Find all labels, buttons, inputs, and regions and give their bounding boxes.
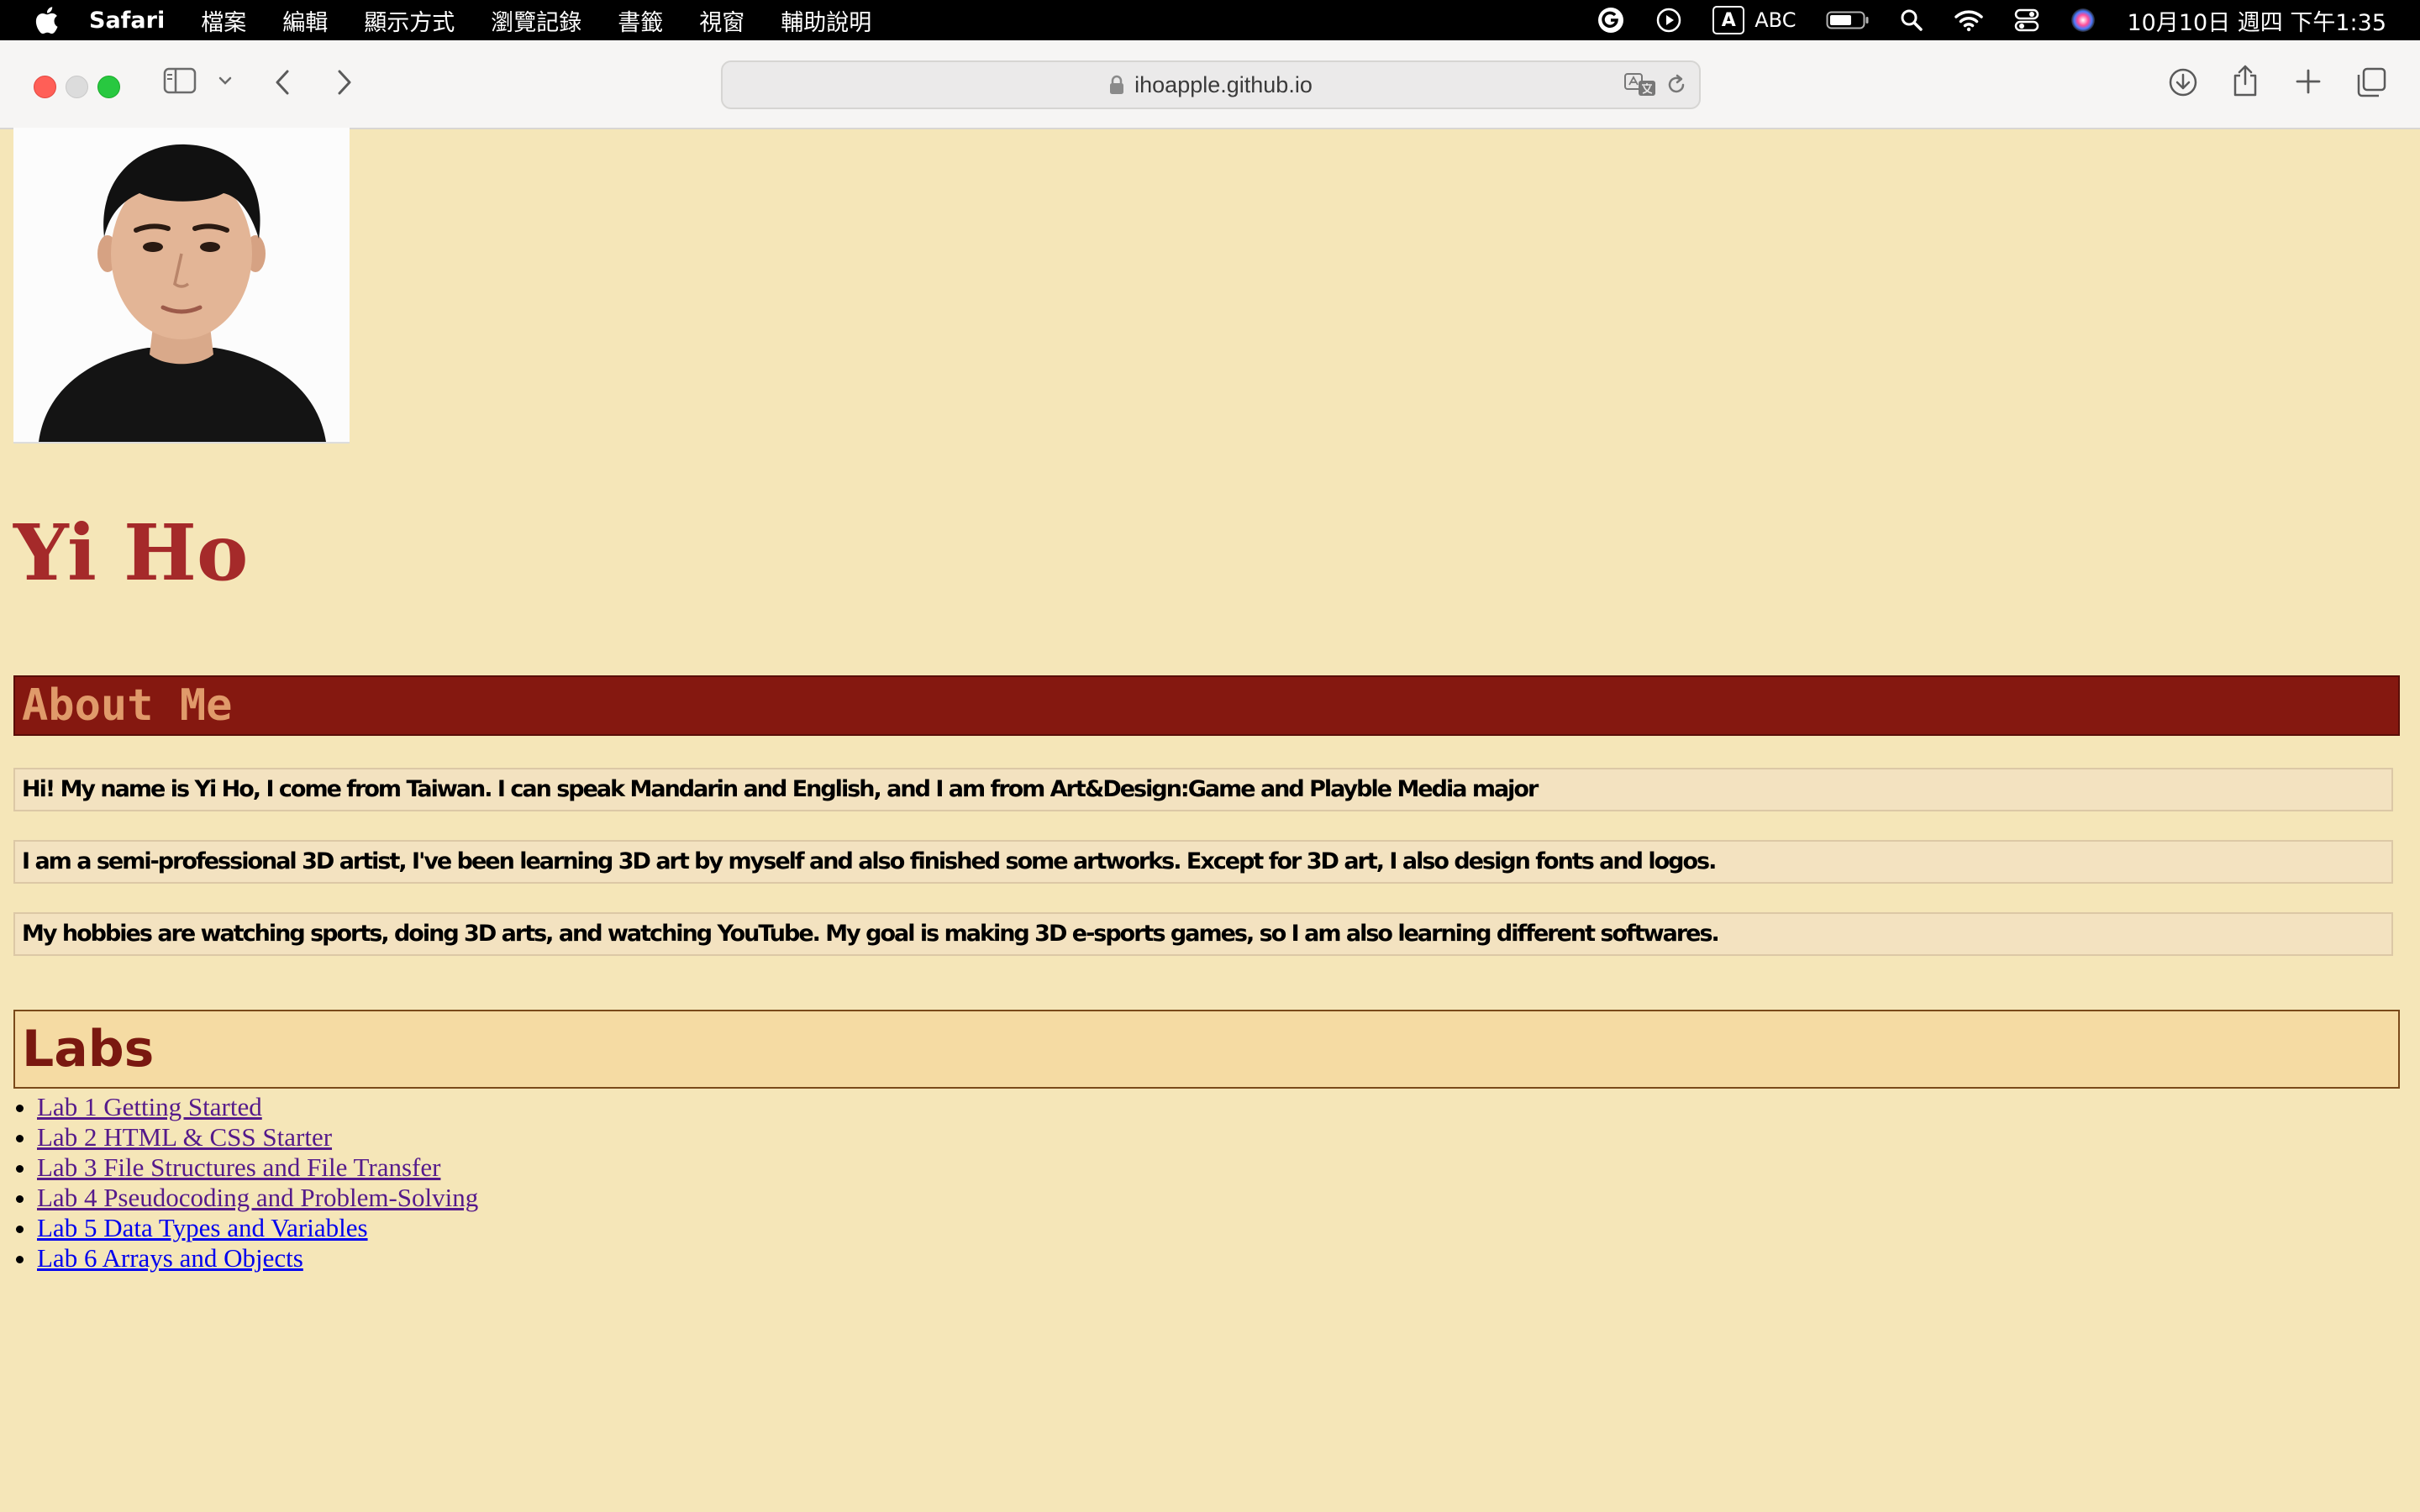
about-paragraph: Hi! My name is Yi Ho, I come from Taiwan… — [13, 768, 2393, 811]
menu-edit[interactable]: 編輯 — [282, 4, 328, 37]
input-source-label: ABC — [1754, 8, 1797, 32]
share-icon[interactable] — [2232, 64, 2259, 97]
lab-link[interactable]: Lab 5 Data Types and Variables — [37, 1213, 368, 1242]
input-source-icon[interactable]: A ABC — [1712, 6, 1796, 34]
new-tab-plus-icon[interactable] — [2296, 69, 2321, 94]
lab-link[interactable]: Lab 3 File Structures and File Transfer — [37, 1152, 440, 1182]
window-minimize-button[interactable] — [66, 76, 88, 98]
sidebar-toggle-icon[interactable] — [163, 67, 197, 94]
browser-toolbar: ihoapple.github.io — [0, 40, 2420, 129]
list-item: Lab 4 Pseudocoding and Problem-Solving — [37, 1183, 478, 1213]
wifi-icon[interactable] — [1954, 8, 1984, 32]
chevron-down-icon[interactable] — [218, 76, 232, 86]
list-item: Lab 1 Getting Started — [37, 1092, 478, 1122]
menubar-clock[interactable]: 10月10日 週四 下午1:35 — [2127, 4, 2386, 37]
about-me-heading: About Me — [13, 675, 2400, 736]
menu-app-safari[interactable]: Safari — [89, 8, 165, 34]
back-arrow-icon[interactable] — [274, 69, 292, 96]
about-paragraph: I am a semi-professional 3D artist, I've… — [13, 840, 2393, 884]
lab-link[interactable]: Lab 4 Pseudocoding and Problem-Solving — [37, 1183, 478, 1212]
list-item: Lab 3 File Structures and File Transfer — [37, 1152, 478, 1183]
window-zoom-button[interactable] — [97, 76, 120, 98]
web-page: Yi Ho About Me Hi! My name is Yi Ho, I c… — [0, 128, 2420, 1512]
menu-view[interactable]: 顯示方式 — [364, 4, 455, 37]
menu-bookmarks[interactable]: 書籤 — [618, 4, 663, 37]
about-paragraph: My hobbies are watching sports, doing 3D… — [13, 912, 2393, 956]
battery-icon[interactable] — [1826, 9, 1870, 31]
labs-list: Lab 1 Getting Started Lab 2 HTML & CSS S… — [37, 1092, 478, 1273]
lock-icon — [1110, 75, 1124, 94]
window-close-button[interactable] — [34, 76, 56, 98]
menu-history[interactable]: 瀏覽記錄 — [491, 4, 581, 37]
tab-overview-icon[interactable] — [2356, 67, 2386, 97]
lab-link[interactable]: Lab 1 Getting Started — [37, 1092, 262, 1121]
menu-window[interactable]: 視窗 — [699, 4, 744, 37]
siri-icon[interactable] — [2070, 7, 2096, 34]
translate-icon[interactable] — [1623, 72, 1657, 97]
downloads-icon[interactable] — [2168, 67, 2198, 97]
page-title: Yi Ho — [13, 507, 249, 598]
menu-help[interactable]: 輔助說明 — [781, 4, 871, 37]
forward-arrow-icon[interactable] — [334, 69, 353, 96]
reload-icon[interactable] — [1665, 74, 1687, 96]
input-source-badge: A — [1712, 6, 1745, 34]
lab-link[interactable]: Lab 6 Arrays and Objects — [37, 1243, 303, 1273]
list-item: Lab 6 Arrays and Objects — [37, 1243, 478, 1273]
menu-file[interactable]: 檔案 — [201, 4, 246, 37]
list-item: Lab 2 HTML & CSS Starter — [37, 1122, 478, 1152]
address-url[interactable]: ihoapple.github.io — [1134, 72, 1313, 98]
apple-logo-icon[interactable] — [34, 6, 59, 34]
menu-bar: Safari 檔案 編輯 顯示方式 瀏覽記錄 書籤 視窗 輔助說明 A ABC — [0, 0, 2420, 40]
control-center-icon[interactable] — [2014, 8, 2039, 33]
play-circle-icon[interactable] — [1655, 7, 1682, 34]
lab-link[interactable]: Lab 2 HTML & CSS Starter — [37, 1122, 332, 1152]
list-item: Lab 5 Data Types and Variables — [37, 1213, 478, 1243]
profile-photo — [13, 128, 350, 444]
grammarly-icon[interactable] — [1597, 6, 1625, 34]
labs-heading: Labs — [13, 1010, 2400, 1089]
menubar-status-area: A ABC 10月10日 週四 下午1:35 — [1597, 0, 2386, 40]
spotlight-search-icon[interactable] — [1900, 8, 1923, 32]
address-bar[interactable]: ihoapple.github.io — [721, 60, 1701, 109]
portrait-image — [13, 128, 350, 442]
